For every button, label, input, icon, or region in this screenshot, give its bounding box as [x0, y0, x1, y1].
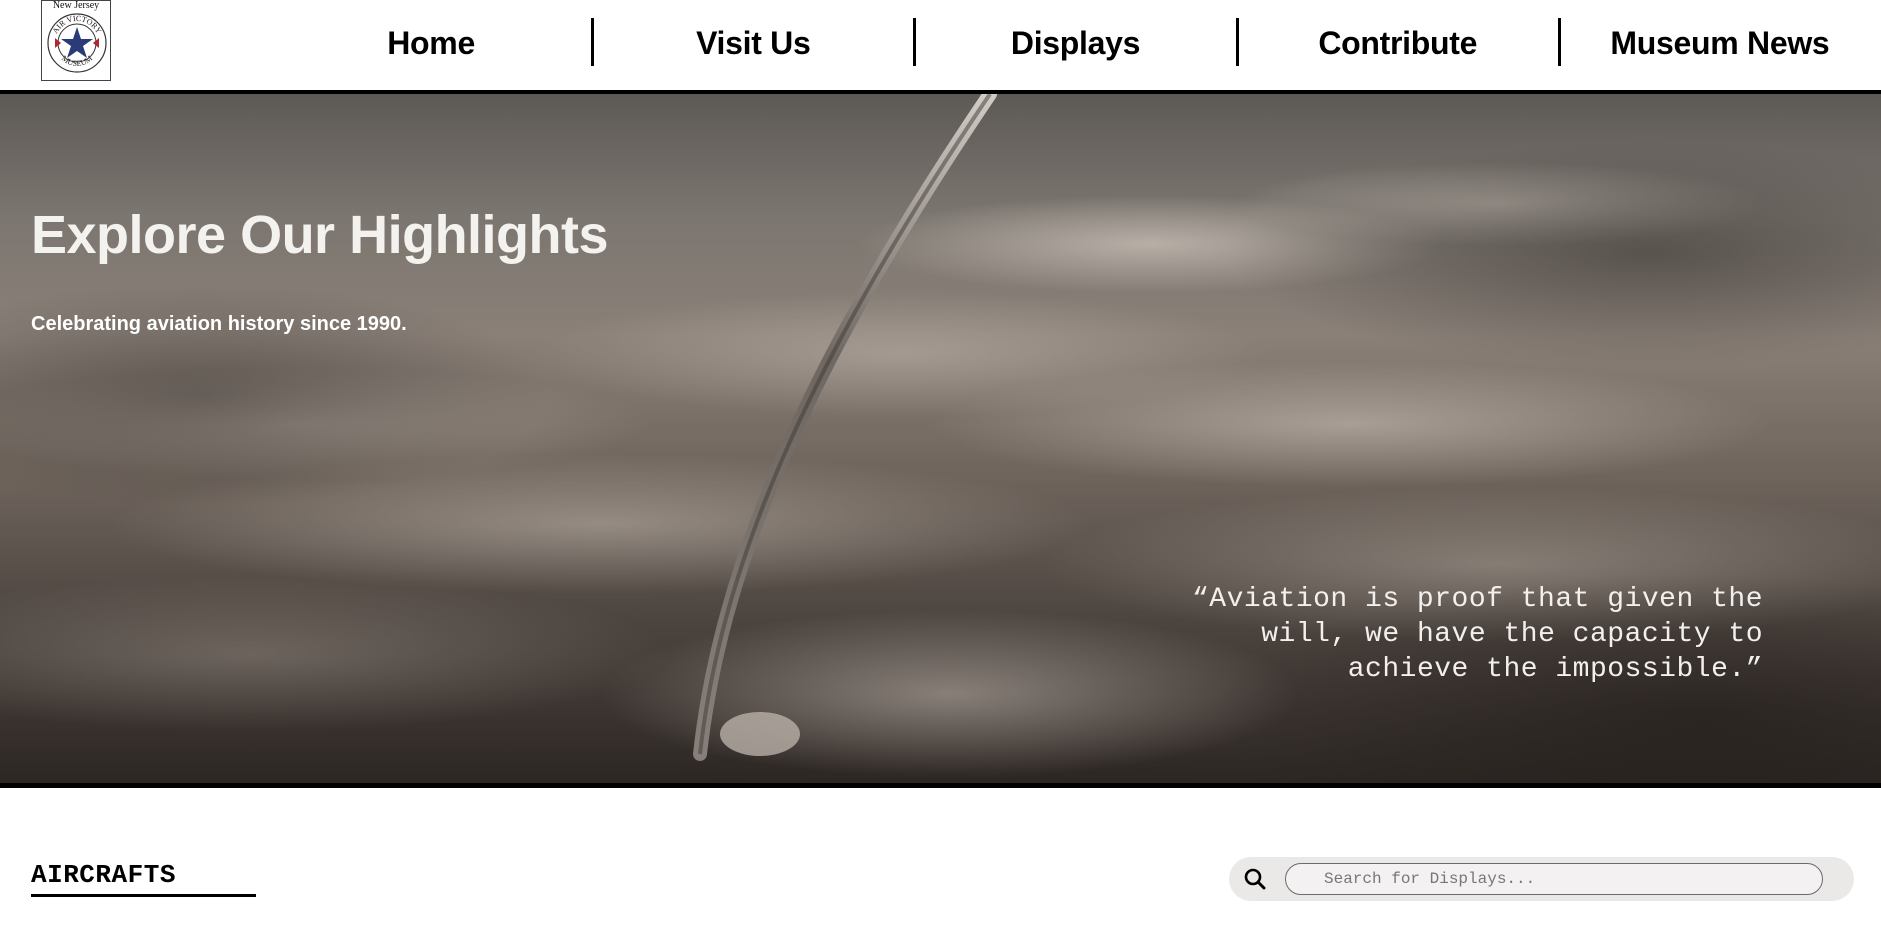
hero-subtitle: Celebrating aviation history since 1990. — [31, 313, 407, 335]
nav-visit-us-label: Visit Us — [696, 24, 811, 61]
display-search-bar — [1229, 857, 1854, 901]
section-title-underline — [31, 894, 256, 897]
nav-visit-us[interactable]: Visit Us — [592, 0, 917, 86]
nav-home[interactable]: Home — [270, 0, 595, 86]
search-input[interactable] — [1285, 863, 1823, 895]
nav-contribute[interactable]: Contribute — [1237, 0, 1561, 86]
nav-contribute-label: Contribute — [1318, 24, 1478, 61]
nav-museum-news[interactable]: Museum News — [1559, 0, 1881, 86]
nav-museum-news-label: Museum News — [1610, 24, 1830, 61]
search-icon[interactable] — [1243, 867, 1267, 891]
section-title-aircrafts: AIRCRAFTS — [31, 860, 176, 890]
hero-quote: “Aviation is proof that given the will, … — [1192, 584, 1763, 685]
star-emblem-icon: AIR VICTORY MUSEUM — [47, 13, 107, 73]
site-header: New Jersey AIR VICTORY MUSEUM Home Visit… — [0, 0, 1881, 94]
hero-title: Explore Our Highlights — [31, 205, 609, 265]
nav-home-label: Home — [387, 24, 475, 61]
logo-caption: New Jersey — [52, 0, 100, 11]
nav-displays[interactable]: Displays — [914, 0, 1239, 86]
museum-logo[interactable]: New Jersey AIR VICTORY MUSEUM — [41, 0, 111, 81]
hero-banner: Explore Our Highlights Celebrating aviat… — [0, 94, 1881, 788]
main-nav: Home Visit Us Displays Contribute Museum… — [270, 0, 1881, 86]
nav-displays-label: Displays — [1010, 24, 1141, 61]
